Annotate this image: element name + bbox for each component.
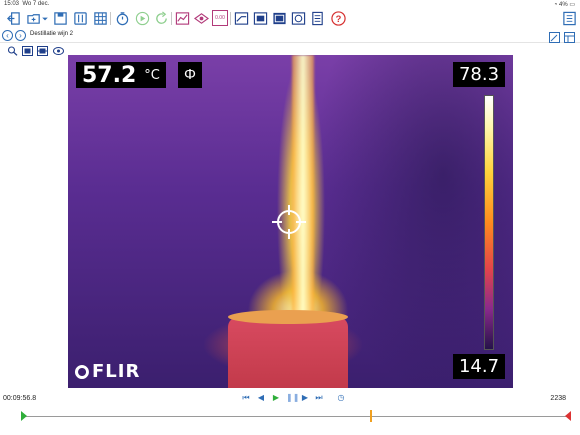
- playback-bar: 00:09:56.8 ⏮ ◀ ▶ ❚❚ ▶ ⏭ ◷ 2238: [0, 390, 580, 435]
- timer-settings-icon[interactable]: ◷: [336, 393, 346, 403]
- flir-logo-icon: [74, 364, 89, 379]
- scale-max-value: 78.3: [453, 62, 505, 87]
- gauge-icon[interactable]: [233, 10, 249, 26]
- edit-icon[interactable]: [549, 30, 560, 43]
- web-icon[interactable]: [290, 10, 306, 26]
- crosshair-icon: [272, 205, 306, 239]
- status-time: 15:03 Wo 7 dec.: [4, 1, 49, 7]
- start-marker[interactable]: [21, 411, 27, 421]
- toolbar-divider: [230, 12, 231, 25]
- skip-start-icon[interactable]: ⏮: [241, 393, 251, 403]
- save-icon[interactable]: [52, 10, 68, 26]
- table-icon[interactable]: [92, 10, 108, 26]
- end-marker[interactable]: [565, 411, 571, 421]
- skip-end-icon[interactable]: ⏭: [314, 393, 324, 403]
- link-icon[interactable]: [53, 43, 64, 55]
- nav-forward-button[interactable]: ›: [15, 30, 26, 41]
- heated-vessel: [228, 317, 348, 388]
- chevron-down-icon[interactable]: [41, 10, 49, 26]
- emissivity-mode-icon: Φ: [178, 62, 202, 88]
- hot-plume: [292, 55, 314, 315]
- value-icon-label: 0.00: [215, 15, 225, 21]
- vessel-rim: [228, 310, 348, 324]
- display-icon[interactable]: [193, 10, 209, 26]
- elapsed-time: 00:09:56.8: [3, 395, 37, 402]
- back-icon[interactable]: [5, 10, 21, 26]
- document-icon[interactable]: [309, 10, 325, 26]
- status-right: ◔ 4% ▭: [553, 2, 575, 8]
- timeline-track[interactable]: [24, 416, 568, 417]
- svg-text:?: ?: [335, 13, 341, 23]
- flir-logo: FLIR: [74, 361, 140, 382]
- flir-logo-text: FLIR: [92, 361, 141, 382]
- timer-icon[interactable]: [114, 10, 130, 26]
- time-text: 15:03: [4, 1, 20, 7]
- nav-back-button[interactable]: ‹: [2, 30, 13, 41]
- help-icon[interactable]: ?: [330, 10, 346, 26]
- timeline-thumb[interactable]: [370, 410, 373, 422]
- sensor-settings-icon[interactable]: [72, 10, 88, 26]
- date-text: Wo 7 dec.: [22, 1, 50, 7]
- temperature-unit: °C: [144, 67, 160, 83]
- step-forward-icon[interactable]: ▶: [300, 393, 310, 403]
- open-folder-icon[interactable]: [26, 10, 42, 26]
- viewer-toolbar: [0, 42, 580, 56]
- step-back-icon[interactable]: ◀: [256, 393, 266, 403]
- spot-temperature-readout: 57.2 °C: [76, 62, 166, 88]
- video-frame-icon[interactable]: [22, 43, 33, 56]
- notebook-icon[interactable]: [561, 10, 577, 26]
- layout-icon[interactable]: [564, 30, 575, 43]
- document-bar: ‹ › Destillatie wijn 2: [0, 29, 580, 43]
- camera-icon[interactable]: [271, 10, 287, 26]
- document-title: Destillatie wijn 2: [30, 31, 74, 37]
- value-icon[interactable]: 0.00: [212, 10, 228, 26]
- video-clip-icon[interactable]: [37, 43, 48, 56]
- play-icon[interactable]: [134, 10, 150, 26]
- zoom-icon[interactable]: [7, 43, 18, 56]
- play-button-icon[interactable]: ▶: [271, 393, 281, 403]
- toolbar-divider: [110, 12, 111, 25]
- toolbar-divider: [171, 12, 172, 25]
- graph-icon[interactable]: [174, 10, 190, 26]
- battery-text: 4%: [558, 2, 568, 8]
- thermal-video-viewer[interactable]: 57.2 °C Φ 78.3 14.7 FLIR: [68, 55, 513, 388]
- frame-count: 2238: [550, 395, 566, 402]
- main-toolbar: 0.00 ?: [0, 9, 580, 29]
- scale-min-value: 14.7: [453, 354, 505, 379]
- color-scale-bar: [484, 95, 494, 350]
- pause-icon[interactable]: ❚❚: [286, 393, 299, 403]
- status-bar: 15:03 Wo 7 dec. ◔ 4% ▭: [0, 0, 580, 9]
- refresh-icon[interactable]: [153, 10, 169, 26]
- temperature-value: 57.2: [82, 62, 137, 88]
- video-icon[interactable]: [252, 10, 268, 26]
